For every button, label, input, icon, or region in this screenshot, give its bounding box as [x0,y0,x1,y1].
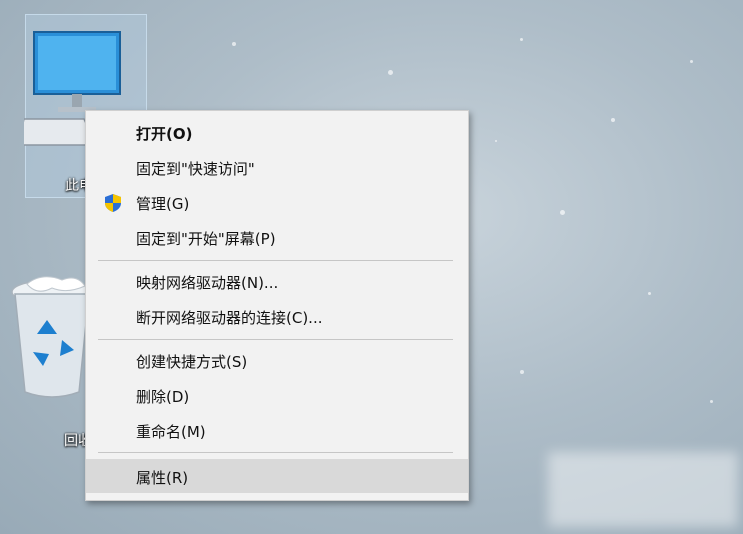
wallpaper-speck [560,210,565,215]
wallpaper-speck [388,70,393,75]
menu-item-label: 删除(D) [136,388,190,406]
wallpaper-speck [611,118,615,122]
menu-item-open[interactable]: 打开(O) [86,118,468,148]
menu-item-delete[interactable]: 删除(D) [86,381,468,411]
wallpaper-speck [648,292,651,295]
menu-item-label: 属性(R) [136,469,189,487]
wallpaper-speck [495,140,497,142]
menu-item-pin-quick-access[interactable]: 固定到"快速访问" [86,153,468,183]
menu-item-map-network-drive[interactable]: 映射网络驱动器(N)... [86,267,468,297]
wallpaper-speck [520,38,523,41]
wallpaper-speck [690,60,693,63]
menu-separator [98,339,453,340]
menu-item-label: 管理(G) [136,195,190,213]
menu-item-label: 固定到"快速访问" [136,160,255,178]
menu-item-label: 重命名(M) [136,423,206,441]
blurred-watermark [548,452,738,527]
menu-separator [98,452,453,453]
menu-item-label: 映射网络驱动器(N)... [136,274,279,292]
uac-shield-icon [105,194,121,212]
wallpaper-speck [232,42,236,46]
menu-item-properties[interactable]: 属性(R) [86,459,468,493]
menu-item-label: 断开网络驱动器的连接(C)... [136,309,323,327]
menu-item-create-shortcut[interactable]: 创建快捷方式(S) [86,346,468,376]
menu-item-label: 打开(O) [136,125,193,143]
wallpaper-speck [520,370,524,374]
context-menu: 打开(O) 固定到"快速访问" 管理(G) 固定到"开始"屏幕(P) 映射网络驱… [85,110,469,501]
menu-item-disconnect-network-drive[interactable]: 断开网络驱动器的连接(C)... [86,302,468,332]
menu-item-manage[interactable]: 管理(G) [86,188,468,218]
menu-item-pin-start[interactable]: 固定到"开始"屏幕(P) [86,223,468,253]
menu-item-rename[interactable]: 重命名(M) [86,416,468,446]
menu-item-label: 创建快捷方式(S) [136,353,248,371]
recycle-bin-icon [11,276,93,398]
menu-item-label: 固定到"开始"屏幕(P) [136,230,276,248]
menu-separator [98,260,453,261]
wallpaper-speck [710,400,713,403]
